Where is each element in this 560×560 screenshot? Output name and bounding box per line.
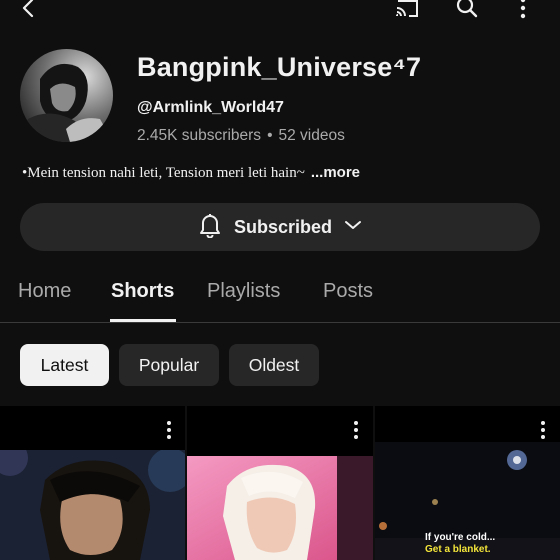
channel-handle: @Armlink_World47 (137, 99, 284, 116)
channel-name: Bangpink_Universe⁴7 (137, 52, 422, 82)
active-tab-indicator (110, 319, 176, 322)
subscriber-count: 2.45K subscribers (137, 127, 262, 144)
cast-icon[interactable] (394, 0, 420, 20)
tab-posts[interactable]: Posts (323, 280, 373, 303)
description-text: •Mein tension nahi leti, Tension meri le… (22, 165, 305, 181)
channel-stats: 2.45K subscribers • 52 videos (137, 127, 345, 145)
description-more-link[interactable]: ...more (311, 164, 360, 181)
channel-description[interactable]: •Mein tension nahi leti, Tension meri le… (22, 164, 360, 182)
search-icon[interactable] (454, 0, 480, 20)
bell-icon (198, 212, 222, 243)
short-caption-line-1: If you're cold... (425, 532, 496, 543)
subscribed-button[interactable]: Subscribed (20, 203, 540, 251)
tab-home[interactable]: Home (18, 280, 71, 303)
channel-avatar[interactable] (20, 49, 113, 142)
more-vertical-icon[interactable] (163, 420, 175, 440)
short-thumbnail[interactable] (187, 406, 373, 560)
video-count: 52 videos (278, 127, 345, 144)
more-vertical-icon[interactable] (510, 0, 536, 20)
chip-latest[interactable]: Latest (20, 344, 109, 386)
short-thumbnail[interactable]: If you're cold... Get a blanket. (375, 406, 560, 560)
chevron-down-icon (344, 218, 362, 236)
tab-playlists[interactable]: Playlists (207, 280, 280, 303)
top-app-bar (0, 0, 560, 24)
short-thumbnail-image (187, 456, 373, 560)
stats-separator: • (267, 127, 273, 144)
short-caption: If you're cold... Get a blanket. (425, 532, 495, 556)
short-thumbnail[interactable] (0, 406, 185, 560)
channel-tabs: Home Shorts Playlists Posts (0, 270, 560, 323)
more-vertical-icon[interactable] (537, 420, 549, 440)
tab-shorts[interactable]: Shorts (111, 280, 174, 303)
short-caption-line-2: Get a blanket. (425, 544, 491, 555)
subscribed-label: Subscribed (233, 216, 333, 237)
back-arrow-icon[interactable] (16, 0, 42, 20)
shorts-grid: If you're cold... Get a blanket. (0, 406, 560, 560)
chip-popular[interactable]: Popular (119, 344, 219, 386)
chip-oldest[interactable]: Oldest (229, 344, 319, 386)
more-vertical-icon[interactable] (350, 420, 362, 440)
short-thumbnail-image (0, 450, 185, 560)
